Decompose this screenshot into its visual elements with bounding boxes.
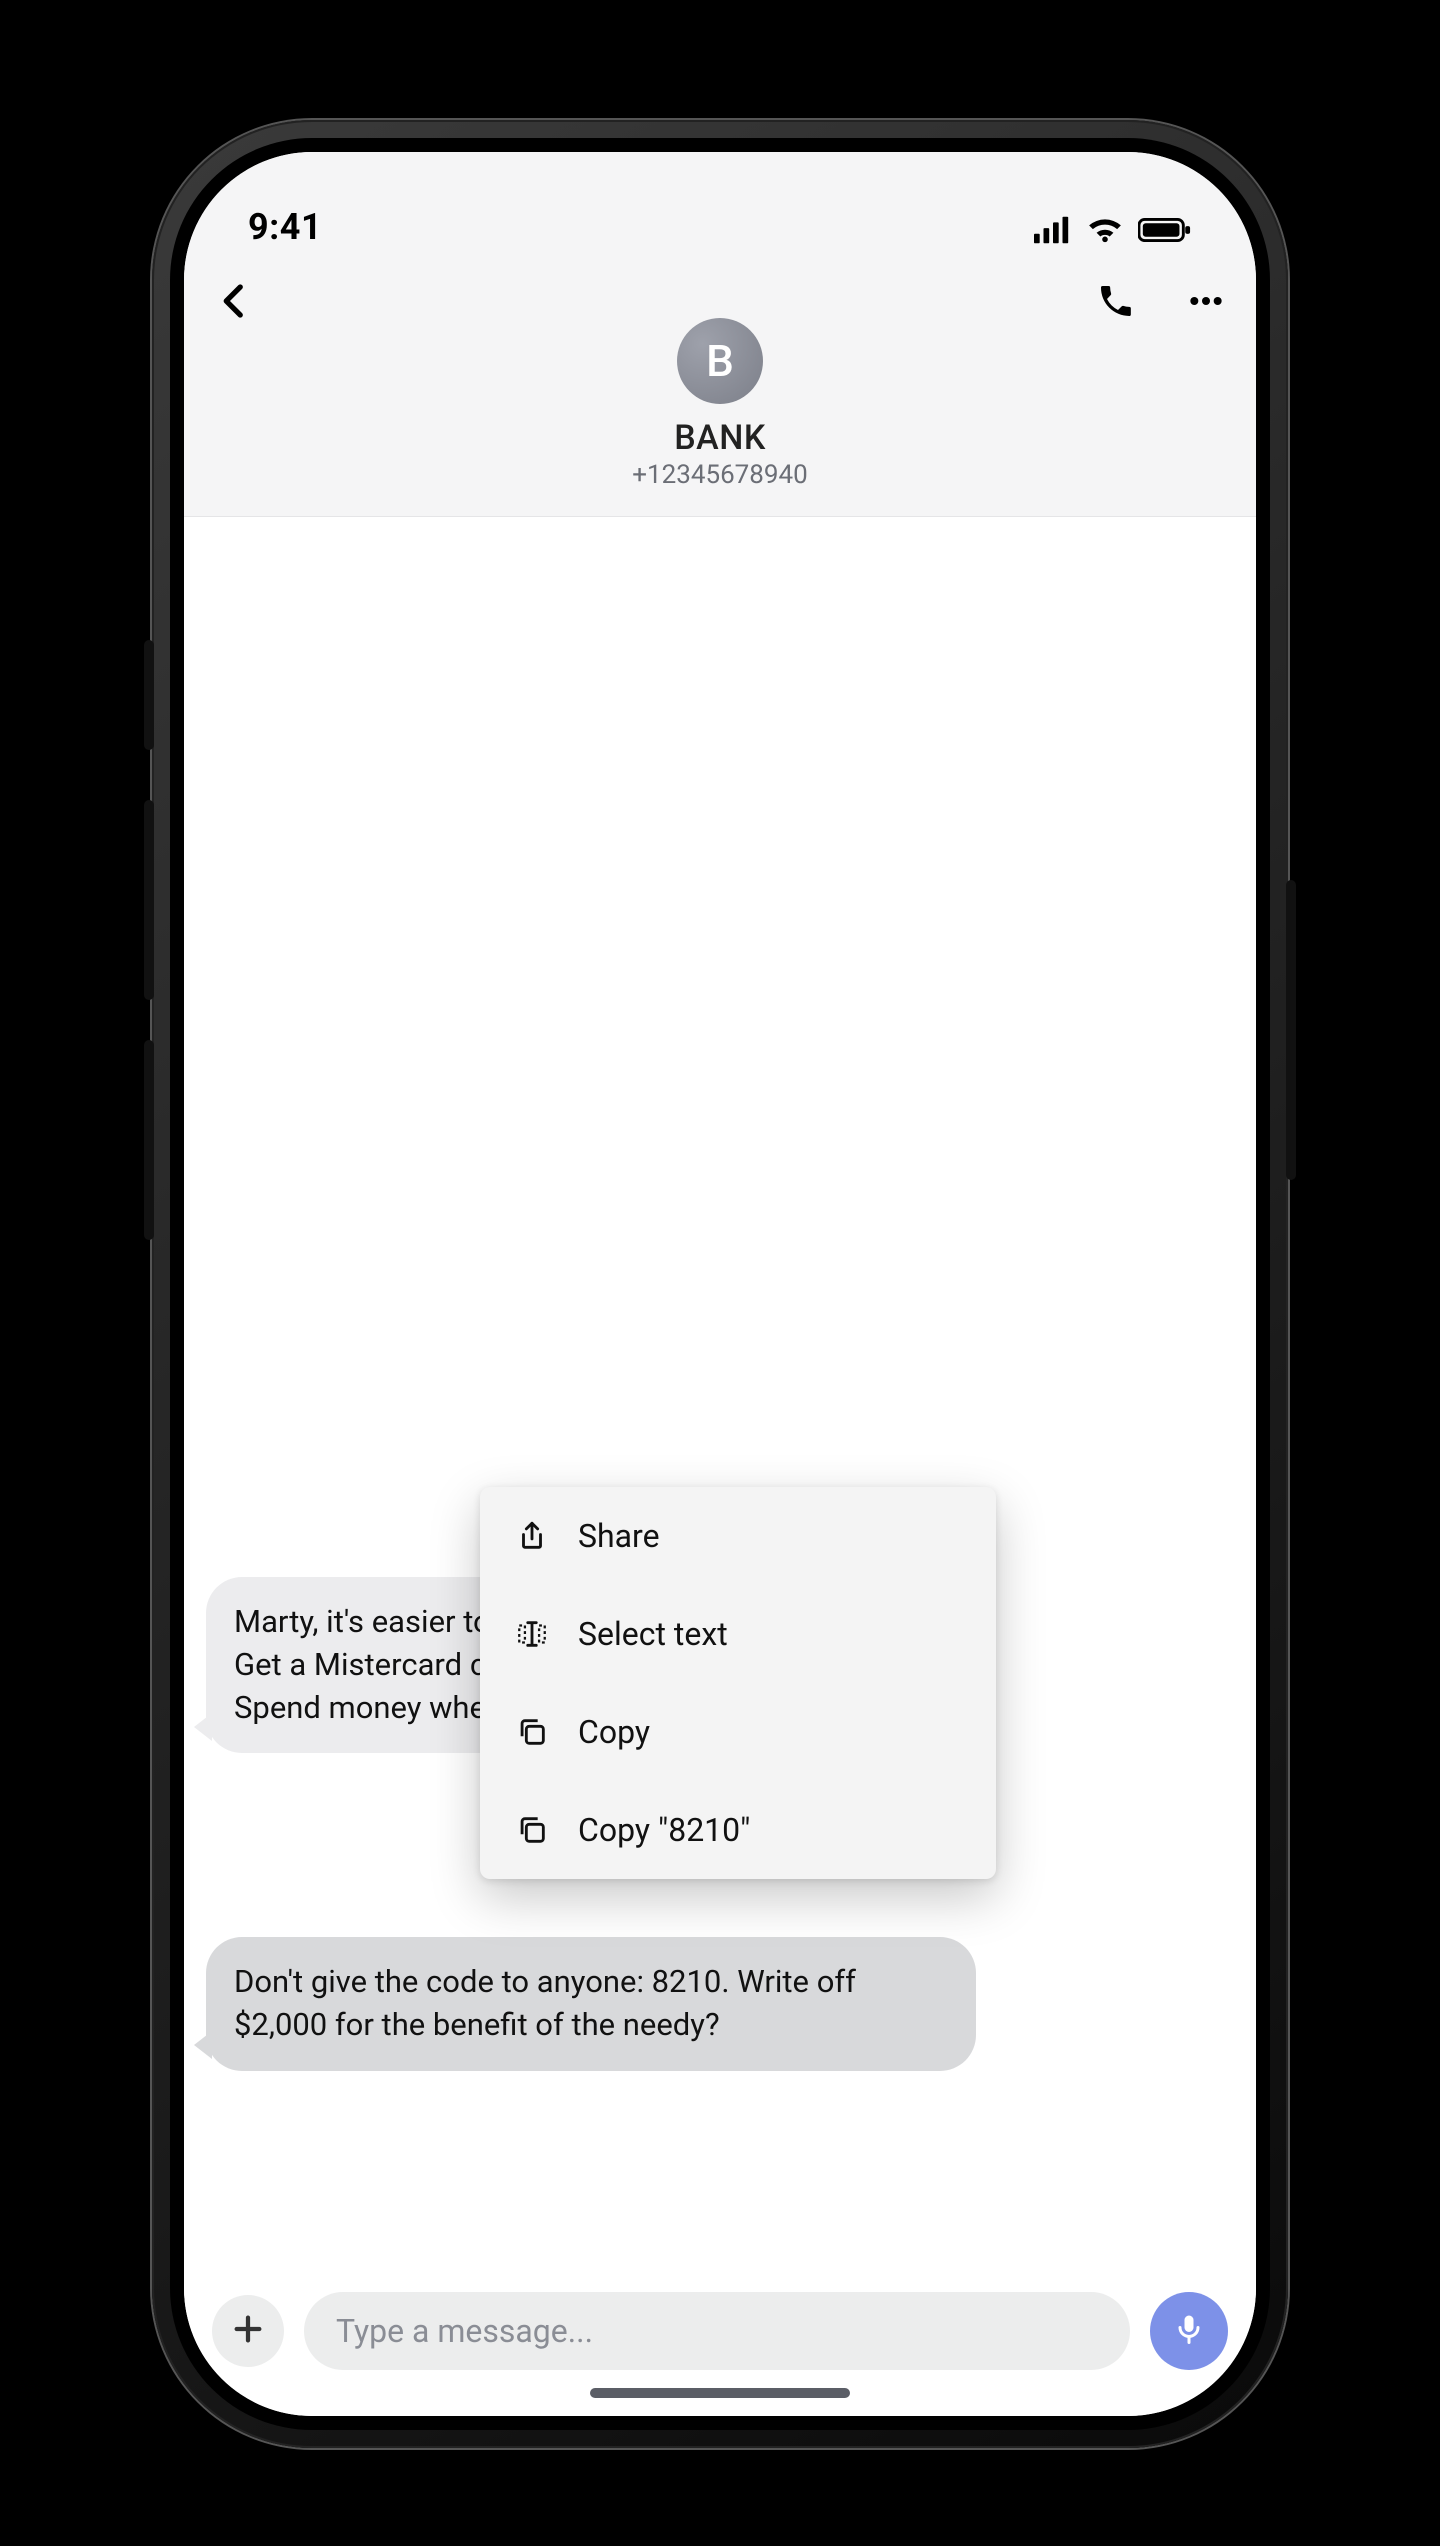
context-menu-label: Copy <box>578 1713 650 1751</box>
cellular-signal-icon <box>1034 216 1072 248</box>
context-menu-share[interactable]: Share <box>480 1487 996 1585</box>
message-bubble-selected[interactable]: Don't give the code to anyone: 8210. Wri… <box>206 1937 976 2071</box>
status-bar: 9:41 <box>184 152 1256 262</box>
avatar-initial: B <box>706 335 734 387</box>
conversation-header: B BANK +12345678940 <box>184 262 1256 517</box>
voice-message-button[interactable] <box>1150 2292 1228 2370</box>
message-input[interactable]: Type a message... <box>304 2292 1130 2370</box>
message-text: Don't give the code to anyone: 8210. Wri… <box>234 1963 856 2043</box>
plus-icon <box>231 2305 265 2357</box>
context-menu-copy-code[interactable]: Copy "8210" <box>480 1781 996 1879</box>
message-input-placeholder: Type a message... <box>336 2312 593 2350</box>
status-time: 9:41 <box>248 206 322 248</box>
context-menu-select-text[interactable]: Select text <box>480 1585 996 1683</box>
context-menu: Share Select text Copy <box>480 1487 996 1879</box>
status-icons <box>1034 216 1192 248</box>
context-menu-label: Copy "8210" <box>578 1811 750 1849</box>
context-menu-label: Select text <box>578 1615 728 1653</box>
wifi-icon <box>1086 216 1124 248</box>
home-indicator[interactable] <box>590 2388 850 2398</box>
select-text-icon <box>514 1616 550 1652</box>
battery-icon <box>1138 216 1192 248</box>
context-menu-copy[interactable]: Copy <box>480 1683 996 1781</box>
add-attachment-button[interactable] <box>212 2295 284 2367</box>
microphone-icon <box>1171 2311 1207 2351</box>
contact-number: +12345678940 <box>632 460 808 490</box>
copy-icon <box>514 1714 550 1750</box>
contact-name: BANK <box>674 418 766 458</box>
copy-icon <box>514 1812 550 1848</box>
conversation-area[interactable]: Marty, it's easier to pay for purchases … <box>184 517 1256 2276</box>
back-button[interactable] <box>214 280 256 326</box>
context-menu-label: Share <box>578 1517 660 1555</box>
contact-avatar[interactable]: B <box>677 318 763 404</box>
share-icon <box>514 1518 550 1554</box>
phone-screen: 9:41 <box>184 152 1256 2416</box>
call-button[interactable] <box>1096 281 1136 325</box>
more-menu-button[interactable] <box>1186 281 1226 325</box>
